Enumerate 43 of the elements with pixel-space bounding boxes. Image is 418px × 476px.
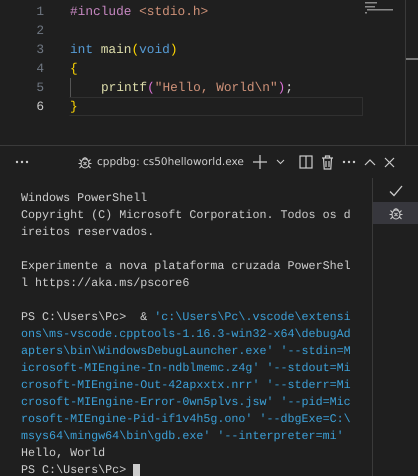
terminal-text: Copyright (C) Microsoft Corporation. Todos os d bbox=[21, 207, 351, 224]
minimap-drawing bbox=[365, 2, 395, 14]
code-line: { bbox=[70, 61, 78, 76]
line-number: 1 bbox=[35, 4, 45, 19]
line-number: 3 bbox=[35, 42, 45, 57]
terminal-text: icrosoft-MIEngine-In-ndblmemc.z4g' '--stdout=Mi bbox=[21, 360, 351, 377]
text-cursor bbox=[133, 464, 140, 476]
terminal-text: l https://aka.ms/pscore6 bbox=[21, 275, 190, 292]
more-icon[interactable] bbox=[15, 160, 29, 164]
chevron-up-icon[interactable] bbox=[364, 158, 376, 166]
bug-icon bbox=[388, 205, 404, 221]
terminal-text: 'c:\Users\Pc\.vscode\extensi bbox=[154, 309, 351, 326]
scrollbar-thumb[interactable] bbox=[406, 58, 418, 60]
line-number: 4 bbox=[35, 61, 45, 76]
terminal-text: ireitos reservados. bbox=[21, 224, 154, 241]
terminal-session[interactable] bbox=[373, 202, 418, 224]
code-line: } bbox=[70, 99, 78, 114]
terminal-text: PS C:\Users\Pc> bbox=[21, 462, 128, 476]
more-icon[interactable] bbox=[342, 160, 356, 164]
terminal-text: rosoft-MIEngine-Pid-if1v4h5g.ono' '--dbgExe=C:\ bbox=[21, 411, 351, 428]
terminal-text: msys64\mingw64\bin\gdb.exe' '--interpreter=mi' bbox=[21, 428, 344, 445]
terminal-text: ons\ms-vscode.cpptools-1.16.3-win32-x64\debugAd bbox=[21, 326, 351, 343]
trash-icon[interactable] bbox=[320, 154, 334, 170]
code-line: int main(void) bbox=[70, 42, 178, 57]
terminal-text: Experimente a nova plataforma cruzada PowerShel bbox=[21, 258, 351, 275]
terminal-text: crosoft-MIEngine-Out-42apxxtx.nrr' '--stderr=Mi bbox=[21, 377, 351, 394]
terminal-text: Windows PowerShell bbox=[21, 190, 148, 207]
caret-icon[interactable] bbox=[276, 159, 285, 165]
terminal-text: apters\bin\WindowsDebugLauncher.exe' '--stdin=M bbox=[21, 343, 351, 360]
terminal-text: Hello, World bbox=[21, 445, 106, 462]
code-line: printf("Hello, World\n"); bbox=[101, 80, 294, 95]
split-icon[interactable] bbox=[298, 155, 313, 169]
plus-icon[interactable] bbox=[252, 154, 268, 170]
terminal-text: crosoft-MIEngine-Error-0wn5plvs.jsw' '--pid=Mic bbox=[21, 394, 351, 411]
terminal-text: PS C:\Users\Pc> & bbox=[21, 309, 148, 326]
line-number: 5 bbox=[35, 80, 45, 95]
check-icon bbox=[388, 185, 402, 197]
line-number: 6 bbox=[35, 99, 45, 114]
terminal-title[interactable]: cppdbg: cs50helloworld.exe bbox=[97, 156, 244, 168]
close-icon[interactable] bbox=[384, 156, 395, 168]
code-line: #include <stdio.h> bbox=[70, 4, 208, 19]
bug-icon bbox=[77, 154, 93, 170]
line-number: 2 bbox=[35, 23, 45, 38]
